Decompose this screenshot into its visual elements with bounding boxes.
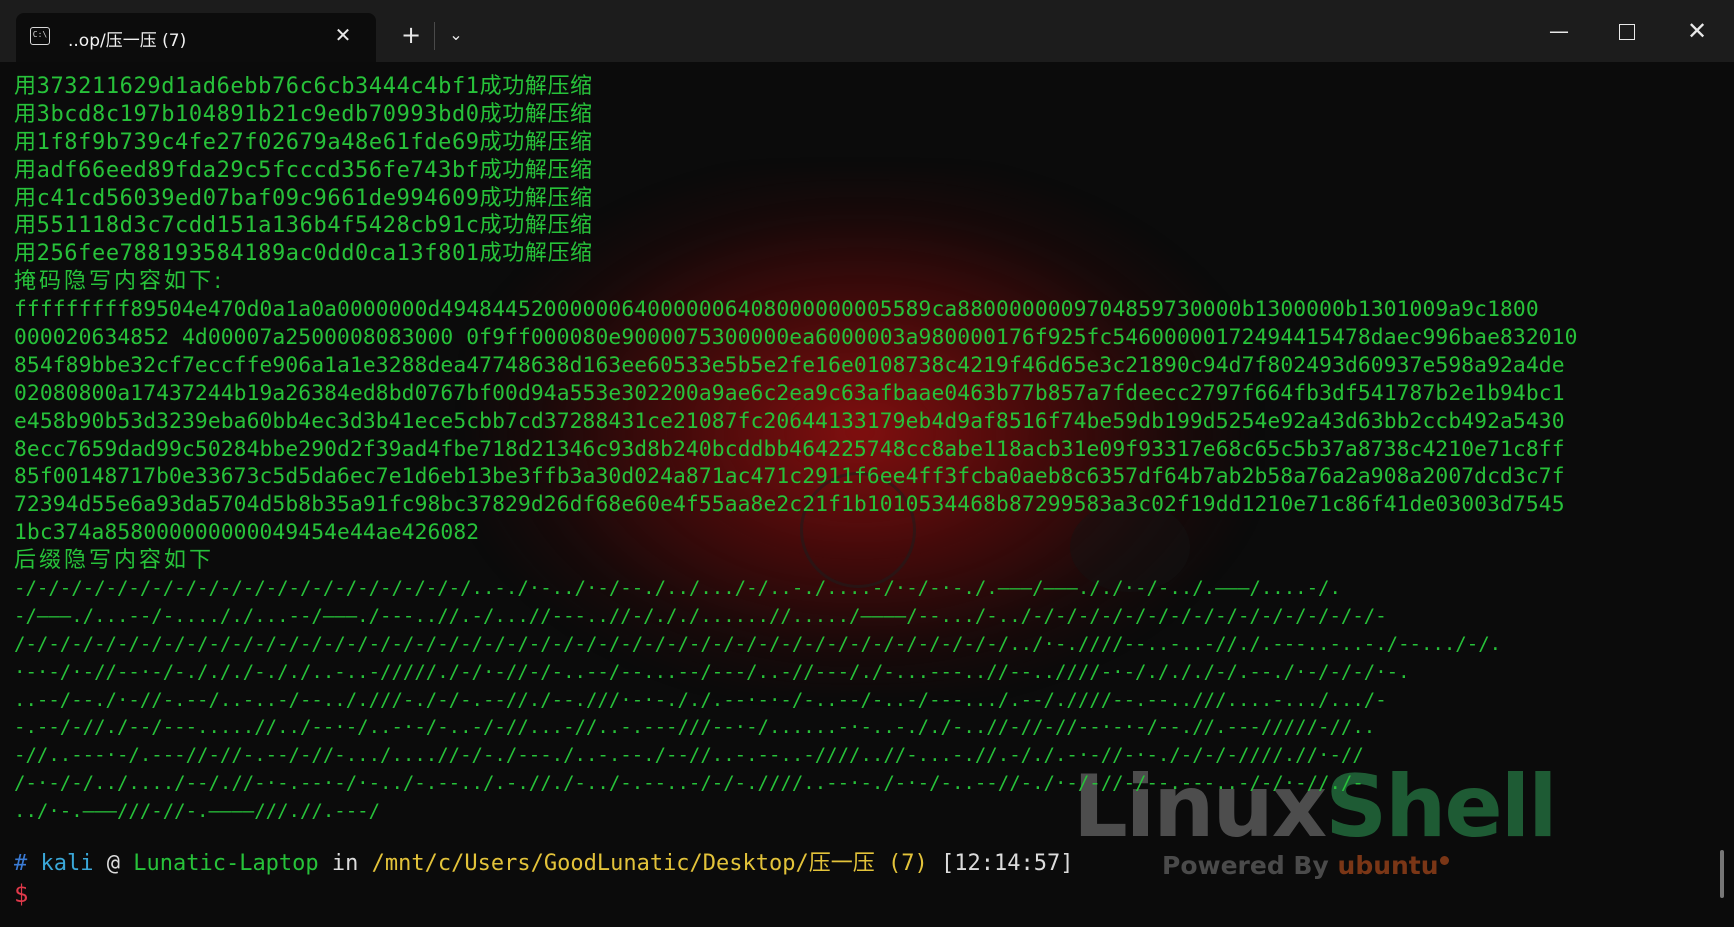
morse-line: -//..---·-/.---//-//-.--/-//-.../....//-…: [14, 744, 1364, 767]
morse-line: -/-/-/-/-/-/-/-/-/-/-/-/-/-/-/-/-/-/-/-/…: [14, 577, 1341, 600]
morse-line: ·-·-/·-//--·-/-./././-././..-..-/////./-…: [14, 660, 1410, 683]
password-line: 用3bcd8c197b104891b21c9edb70993bd0成功解压缩: [14, 101, 593, 127]
terminal-window: C:\ ..op/压一压 (7) ✕ + ⌄ — ✕ LinuxShell Po…: [0, 0, 1734, 927]
prompt-symbol[interactable]: $: [14, 879, 28, 909]
close-window-button[interactable]: ✕: [1674, 14, 1720, 48]
morse-line: /-/-/-/-/-/-/-/-/-/-/-/-/-/-/-/-/-/-/-/-…: [14, 632, 1502, 655]
title-bar: C:\ ..op/压一压 (7) ✕ + ⌄ — ✕: [0, 0, 1734, 62]
scrollbar-thumb[interactable]: [1720, 850, 1724, 898]
wallpaper-powered-by: Powered By ubuntu: [1162, 851, 1449, 880]
prompt-in: in: [331, 851, 359, 876]
terminal-output: 用373211629d1ad6ebb76c6cb3444c4bf1成功解压缩 用…: [14, 73, 1714, 826]
password-line: 用373211629d1ad6ebb76c6cb3444c4bf1成功解压缩: [14, 74, 593, 99]
new-tab-button[interactable]: +: [396, 20, 426, 50]
prompt-time: [12:14:57]: [941, 851, 1074, 876]
suffix-label: 后缀隐写内容如下: [14, 548, 215, 574]
mask-hex-line: 854f89bbe32cf7eccffe906a1a1e3288dea47748…: [14, 352, 1565, 378]
mask-hex-line: 8ecc7659dad99c50284bbe290d2f39ad4fbe718d…: [14, 436, 1565, 462]
morse-line: /-·-/-/../..../--/.//-·-.--·-/·-../-.--.…: [14, 772, 1364, 795]
morse-line: ../·-.———///-//-.————///.//.---/: [14, 800, 381, 823]
tab-active[interactable]: C:\ ..op/压一压 (7) ✕: [16, 13, 376, 62]
mask-hex-line: 85f00148717b0e33673c5d5da6ec7e1d6eb13be3…: [14, 464, 1565, 490]
prompt-host: Lunatic-Laptop: [133, 851, 319, 876]
terminal-icon: C:\: [30, 27, 50, 45]
morse-line: -/———./...--/-...././...--/———./---..//.…: [14, 604, 1387, 627]
maximize-icon: [1619, 23, 1635, 40]
password-line: 用c41cd56039ed07baf09c9661de994609成功解压缩: [14, 185, 593, 211]
tab-title: ..op/压一压 (7): [68, 31, 187, 51]
mask-hex-line: fffffffff89504e470d0a1a0a0000000d4948445…: [14, 297, 1539, 323]
mask-label: 掩码隐写内容如下:: [14, 269, 225, 295]
mask-hex-line: 000020634852 4d00007a2500008083000 0f9ff…: [14, 325, 1578, 351]
mask-hex-line: 1bc374a858000000000049454e44ae426082: [14, 520, 480, 546]
password-line: 用adf66eed89fda29c5fcccd356fe743bf成功解压缩: [14, 157, 593, 183]
morse-line: -.--/-//./--/---.....//../--·-/..-·-/-..…: [14, 716, 1376, 739]
prompt-at: @: [106, 851, 120, 876]
mask-hex-line: 02080800a17437244b19a26384ed8bd0767bf00d…: [14, 380, 1565, 406]
mask-hex-line: 72394d55e6a93da5704d5b8b35a91fc98bc37829…: [14, 492, 1565, 518]
mask-hex-line: e458b90b53d3239eba60bb4ec3d3b41ece5cbb7c…: [14, 408, 1565, 434]
tab-divider: [434, 22, 435, 50]
morse-line: ..--/--./·-//-.--/..-..-/--.././//-./-/-…: [14, 688, 1387, 711]
password-line: 用1f8f9b739c4fe27f02679a48e61fde69成功解压缩: [14, 129, 593, 155]
maximize-button[interactable]: [1604, 14, 1650, 48]
chevron-down-icon[interactable]: ⌄: [441, 20, 471, 50]
shell-prompt: # kali @ Lunatic-Laptop in /mnt/c/Users/…: [14, 849, 1073, 879]
prompt-path: /mnt/c/Users/GoodLunatic/Desktop/压一压 (7): [371, 851, 928, 876]
prompt-user: kali: [40, 851, 94, 876]
prompt-hash: #: [14, 851, 28, 876]
password-line: 用551118d3c7cdd151a136b4f5428cb91c成功解压缩: [14, 213, 593, 239]
close-tab-icon[interactable]: ✕: [330, 22, 356, 48]
minimize-button[interactable]: —: [1536, 14, 1582, 48]
terminal-content[interactable]: LinuxShell Powered By ubuntu 用373211629d…: [0, 62, 1734, 927]
password-line: 用256fee788193584189ac0dd0ca13f801成功解压缩: [14, 241, 593, 267]
